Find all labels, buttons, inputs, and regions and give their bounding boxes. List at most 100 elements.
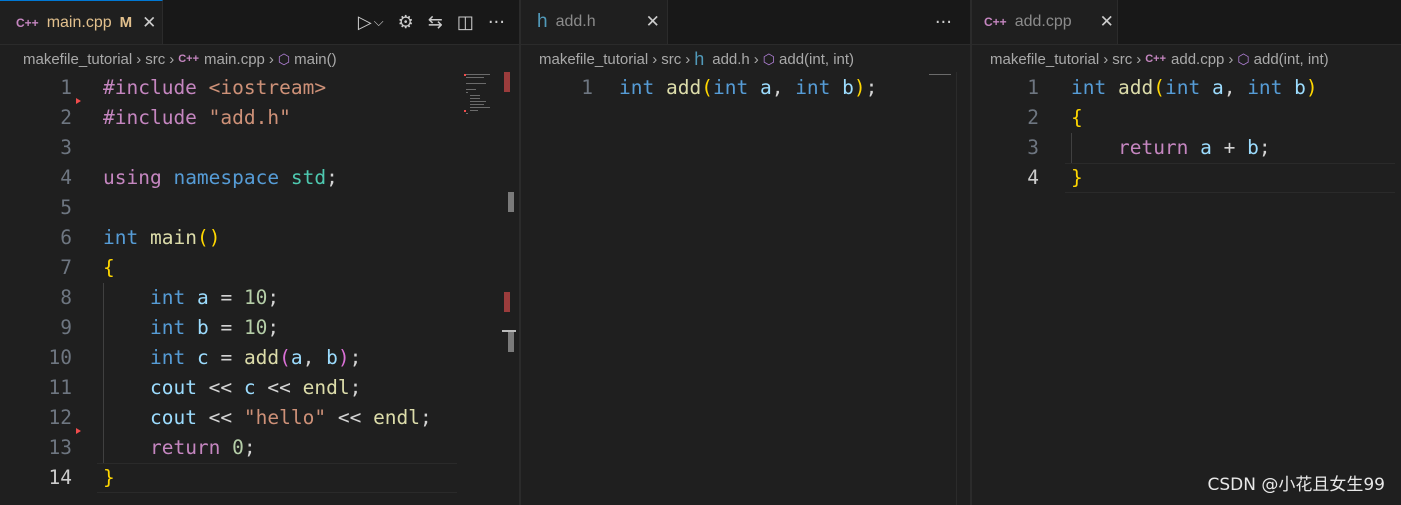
code-line[interactable]: 7{ xyxy=(0,253,519,283)
modified-badge: M xyxy=(119,14,133,31)
line-text: { xyxy=(1071,103,1083,133)
gear-icon[interactable]: ⚙ xyxy=(398,12,414,33)
code-line[interactable]: 3 xyxy=(0,133,519,163)
breadcrumb-folder[interactable]: makefile_tutorial xyxy=(23,51,132,68)
line-number: 11 xyxy=(48,376,72,399)
breadcrumb-symbol[interactable]: add(int, int) xyxy=(779,51,854,68)
line-text: cout << c << endl; xyxy=(103,373,361,403)
code-token: endl xyxy=(373,406,421,429)
code-line[interactable]: 3 return a + b; xyxy=(972,133,1401,163)
code-token: c xyxy=(243,376,256,399)
tab-bar: h add.h ✕ ··· xyxy=(521,0,970,45)
breadcrumb: makefile_tutorial › src › C++ main.cpp ›… xyxy=(0,45,519,73)
breadcrumb-folder[interactable]: makefile_tutorial xyxy=(990,51,1099,68)
more-actions-icon[interactable]: ··· xyxy=(935,12,952,33)
tab-add-cpp[interactable]: C++ add.cpp ✕ xyxy=(972,0,1118,44)
tab-bar: C++ add.cpp ✕ xyxy=(972,0,1401,45)
code-line[interactable]: 1 int add(int a, int b); xyxy=(521,73,970,103)
code-token: b xyxy=(196,316,209,339)
breakpoint-marker xyxy=(76,428,81,434)
close-icon[interactable]: ✕ xyxy=(646,12,660,32)
code-line[interactable]: 5 xyxy=(0,193,519,223)
breadcrumb-src[interactable]: src xyxy=(1112,51,1132,68)
tab-add-h[interactable]: h add.h ✕ xyxy=(521,0,668,44)
editor-group-header: h add.h ✕ ··· makefile_tutorial › src › … xyxy=(521,0,970,505)
line-text: using namespace std; xyxy=(103,163,338,193)
close-icon[interactable]: ✕ xyxy=(142,13,156,33)
chevron-down-icon[interactable]: ⌵ xyxy=(374,15,384,30)
close-icon[interactable]: ✕ xyxy=(1100,12,1114,32)
breadcrumb-file[interactable]: add.h xyxy=(712,51,750,68)
code-token: ( xyxy=(279,346,291,369)
breadcrumb-folder[interactable]: makefile_tutorial xyxy=(539,51,648,68)
code-line[interactable]: 13 return 0; xyxy=(0,433,519,463)
code-token: a xyxy=(1200,136,1212,159)
vertical-scrollbar[interactable] xyxy=(956,72,970,505)
code-token: } xyxy=(1071,166,1083,189)
code-token: ; xyxy=(349,376,362,399)
line-number: 1 xyxy=(581,76,593,99)
tab-bar: C++ main.cpp M ✕ ▷ ⌵ ⚙ ⇆ ◫ ··· xyxy=(0,0,519,45)
chevron-right-icon: › xyxy=(1228,50,1234,68)
code-editor[interactable]: 1 int add(int a, int b); xyxy=(521,72,970,505)
code-token: ; xyxy=(420,406,432,429)
code-line[interactable]: 1 int add(int a, int b) xyxy=(972,73,1401,103)
code-token: a xyxy=(196,286,209,309)
code-token: ( xyxy=(1153,76,1165,99)
minimap[interactable] xyxy=(462,72,502,505)
run-debug-icon[interactable]: ▷ xyxy=(358,12,372,33)
code-token: ) xyxy=(853,76,866,99)
code-token: ) xyxy=(337,346,350,369)
code-line[interactable]: 9 int b = 10; xyxy=(0,313,519,343)
compare-changes-icon[interactable]: ⇆ xyxy=(428,12,443,33)
editor-actions: ··· xyxy=(921,0,952,44)
vertical-scrollbar[interactable] xyxy=(502,72,516,505)
breadcrumb-file[interactable]: main.cpp xyxy=(204,51,265,68)
code-token: << xyxy=(196,406,244,429)
code-line[interactable]: 2{ xyxy=(972,103,1401,133)
code-token: namespace xyxy=(173,166,280,189)
code-token: ; xyxy=(267,286,280,309)
code-token: std xyxy=(290,166,327,189)
chevron-right-icon: › xyxy=(685,50,691,68)
code-token: { xyxy=(103,256,115,279)
code-line[interactable]: 2 #include "add.h" xyxy=(0,103,519,133)
code-token: ; xyxy=(243,436,256,459)
code-editor[interactable]: 1 int add(int a, int b) 2{3 return a + b; 4… xyxy=(972,72,1401,505)
more-actions-icon[interactable]: ··· xyxy=(488,12,505,33)
code-line[interactable]: 6 int main() xyxy=(0,223,519,253)
code-line[interactable]: 4 using namespace std; xyxy=(0,163,519,193)
code-line[interactable]: 11 cout << c << endl; xyxy=(0,373,519,403)
code-editor[interactable]: 1 #include <iostream> 2 #include "add.h" 3 4 u… xyxy=(0,72,519,505)
header-file-icon: h xyxy=(537,11,548,32)
header-file-icon: h xyxy=(694,48,705,69)
breadcrumb-file[interactable]: add.cpp xyxy=(1171,51,1224,68)
code-token: int xyxy=(149,346,186,369)
breadcrumb-src[interactable]: src xyxy=(145,51,165,68)
split-editor-icon[interactable]: ◫ xyxy=(457,12,474,33)
symbol-method-icon: ⬡ xyxy=(1237,50,1250,67)
code-token: cout xyxy=(149,376,197,399)
code-line[interactable]: 8 int a = 10; xyxy=(0,283,519,313)
code-token: return xyxy=(149,436,221,459)
code-line[interactable]: 10 int c = add(a, b); xyxy=(0,343,519,373)
editor-actions: ▷ ⌵ ⚙ ⇆ ◫ ··· xyxy=(344,0,505,44)
breadcrumb-src[interactable]: src xyxy=(661,51,681,68)
code-token: int xyxy=(149,286,186,309)
tab-main-cpp[interactable]: C++ main.cpp M ✕ xyxy=(0,0,163,44)
code-token: #include xyxy=(103,106,197,129)
breadcrumb-symbol[interactable]: main() xyxy=(294,51,337,68)
line-text: int add(int a, int b) xyxy=(1071,73,1318,103)
code-token: ; xyxy=(267,316,280,339)
code-line[interactable]: 4} xyxy=(972,163,1401,193)
minimap[interactable] xyxy=(925,72,955,505)
breadcrumb-symbol[interactable]: add(int, int) xyxy=(1254,51,1329,68)
code-line[interactable]: 14} xyxy=(0,463,519,493)
